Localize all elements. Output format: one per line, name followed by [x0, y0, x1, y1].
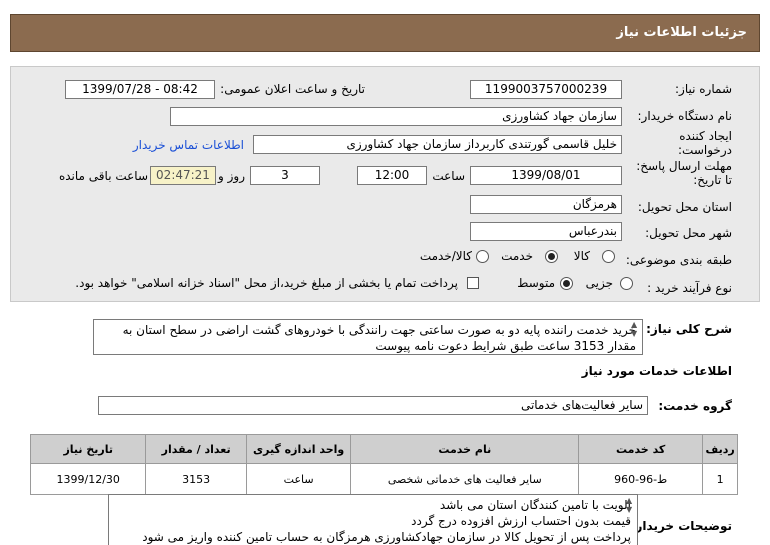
buyer-org-field[interactable]: سازمان جهاد کشاورزی — [170, 107, 622, 126]
cell-service-code: ط-96-960 — [578, 463, 704, 495]
deadline-label-line2: تا تاریخ: — [693, 173, 732, 187]
requester-label-line2: درخواست: — [678, 143, 732, 157]
remaining-time-label: ساعت باقی مانده — [58, 169, 148, 183]
col-quantity: تعداد / مقدار — [145, 434, 247, 464]
need-number-label: شماره نیاز: — [675, 82, 732, 96]
category-radio-goods[interactable] — [602, 250, 615, 263]
purchase-radio-medium[interactable] — [560, 277, 573, 290]
purchase-option-medium: متوسط — [517, 276, 555, 290]
province-label: استان محل تحویل: — [637, 200, 732, 214]
service-group-label: گروه خدمت: — [658, 399, 732, 413]
buyer-contact-link[interactable]: اطلاعات تماس خریدار — [133, 138, 244, 152]
city-field[interactable]: بندرعباس — [470, 222, 622, 241]
buyer-notes-line: الویت با تامین کنندگان استان می باشد — [439, 498, 631, 512]
col-service-code: کد خدمت — [578, 434, 704, 464]
deadline-label-line1: مهلت ارسال پاسخ: — [636, 159, 732, 173]
purchase-option-minor: جزیی — [585, 276, 613, 290]
summary-textarea[interactable]: خرید خدمت راننده پایه دو به صورت ساعتی ج… — [93, 319, 643, 355]
category-label: طبقه بندی موضوعی: — [625, 253, 732, 267]
page-title: جزئیات اطلاعات نیاز — [616, 25, 747, 40]
deadline-time-label: ساعت — [432, 169, 465, 183]
summary-text: خرید خدمت راننده پایه دو به صورت ساعتی ج… — [122, 323, 636, 353]
scroll-arrows-icon[interactable]: ▲ ▼ — [631, 320, 637, 338]
service-group-field[interactable]: سایر فعالیت‌های خدماتی — [98, 396, 648, 415]
need-number-field[interactable]: 1199003757000239 — [470, 80, 622, 99]
page-header: جزئیات اطلاعات نیاز — [10, 14, 760, 52]
cell-quantity: 3153 — [145, 463, 247, 495]
scroll-arrows-icon[interactable]: ▲ ▼ — [626, 496, 632, 514]
buyer-notes-label: توضیحات خریدار: — [630, 519, 732, 533]
deadline-date-field[interactable]: 1399/08/01 — [470, 166, 622, 185]
category-radio-goods-service[interactable] — [476, 250, 489, 263]
table-row[interactable]: 1399/12/30 3153 ساعت سایر فعالیت های خدم… — [29, 463, 738, 495]
announce-datetime-label: تاریخ و ساعت اعلان عمومی: — [220, 82, 365, 96]
announce-datetime-field[interactable]: 1399/07/28 - 08:42 — [65, 80, 215, 99]
services-section-title: اطلاعات خدمات مورد نیاز — [581, 364, 732, 378]
requester-field[interactable]: خلیل قاسمی گورتندی کاربرداز سازمان جهاد … — [253, 135, 622, 154]
treasury-bonds-text: پرداخت تمام یا بخشی از مبلغ خرید،از محل … — [75, 276, 458, 290]
category-option-service: خدمت — [501, 249, 533, 263]
treasury-bonds-checkbox[interactable] — [467, 277, 479, 289]
remaining-days-field: 3 — [250, 166, 320, 185]
cell-service-name: سایر فعالیت های خدماتی شخصی — [350, 463, 580, 495]
purchase-type-label: نوع فرآیند خرید : — [647, 281, 732, 295]
col-unit: واحد اندازه گیری — [245, 434, 352, 464]
buyer-notes-line: قیمت بدون احتساب ارزش افزوده درج گردد — [411, 514, 631, 528]
category-radio-service[interactable] — [545, 250, 558, 263]
province-field[interactable]: هرمزگان — [470, 195, 622, 214]
buyer-org-label: نام دستگاه خریدار: — [637, 109, 733, 123]
col-service-name: نام خدمت — [350, 434, 580, 464]
category-option-goods: کالا — [573, 249, 590, 263]
purchase-radio-minor[interactable] — [620, 277, 633, 290]
cell-need-date: 1399/12/30 — [29, 463, 147, 495]
col-row: ردیف — [702, 434, 738, 464]
col-need-date: تاریخ نیاز — [29, 434, 147, 464]
remaining-days-label: روز و — [218, 169, 245, 183]
cell-unit: ساعت — [245, 463, 352, 495]
cell-row-number: 1 — [702, 463, 738, 495]
category-option-goods-service: کالا/خدمت — [419, 249, 472, 263]
services-table: تاریخ نیاز تعداد / مقدار واحد اندازه گیر… — [29, 434, 738, 495]
buyer-notes-textarea[interactable]: الویت با تامین کنندگان استان می باشد قیم… — [108, 494, 638, 545]
city-label: شهر محل تحویل: — [645, 226, 732, 240]
remaining-time-field: 02:47:21 — [150, 166, 216, 185]
buyer-notes-line: پرداخت پس از تحویل کالا در سازمان جهادکش… — [142, 530, 631, 544]
requester-label-line1: ایجاد کننده — [679, 129, 732, 143]
services-table-header: تاریخ نیاز تعداد / مقدار واحد اندازه گیر… — [29, 434, 738, 464]
deadline-time-field[interactable]: 12:00 — [357, 166, 427, 185]
summary-label: شرح کلی نیاز: — [646, 322, 732, 336]
